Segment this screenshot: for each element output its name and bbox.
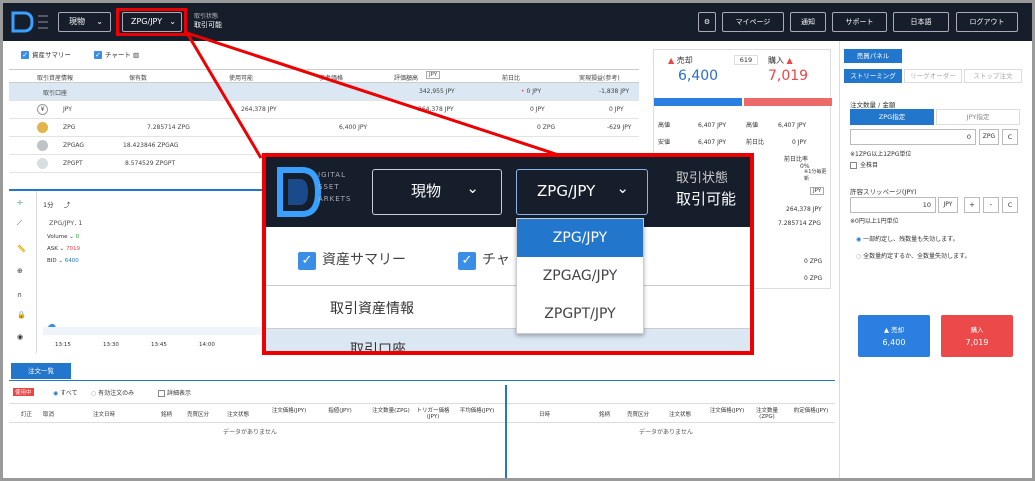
dropdown-option-zpg[interactable]: ZPG/JPY bbox=[517, 219, 643, 257]
zoom-trade-status: 取引状態 取引可能 bbox=[676, 171, 737, 208]
dropdown-option-zpgag[interactable]: ZPGAG/JPY bbox=[517, 257, 643, 295]
zoom-logo-text: IGITAL SSET ARKETS bbox=[318, 171, 352, 203]
zoom-mode-value: 現物 bbox=[411, 182, 442, 200]
zoom-toggle-asset[interactable]: ✓ 資産サマリー bbox=[298, 249, 406, 270]
zoom-section-title: 取引資産情報 bbox=[330, 301, 414, 317]
zoom-account-label: 取引口座 bbox=[350, 342, 406, 355]
app-window: 現物 ⌄ ZPG/JPY ⌄ 取引状態 取引可能 ⚙ マイページ 通知 サポート 日本… bbox=[0, 0, 1035, 481]
zoom-toggle-chart[interactable]: ✓ チャ bbox=[458, 249, 510, 270]
chevron-down-icon: ⌄ bbox=[466, 179, 479, 197]
zoom-pair-select[interactable]: ZPG/JPY ⌄ bbox=[516, 169, 648, 215]
checkbox-checked-icon: ✓ bbox=[298, 252, 316, 270]
checkbox-checked-icon: ✓ bbox=[458, 252, 476, 270]
zoom-top-bar: IGITAL SSET ARKETS 現物 ⌄ ZPG/JPY ⌄ 取引状態 取引可能 bbox=[266, 157, 750, 227]
zoom-callout: IGITAL SSET ARKETS 現物 ⌄ ZPG/JPY ⌄ 取引状態 取引可能 ✓… bbox=[262, 153, 754, 355]
zoom-mode-select[interactable]: 現物 ⌄ bbox=[372, 169, 502, 215]
zoom-section-header: 取引資産情報 bbox=[266, 285, 750, 329]
pair-dropdown: ZPG/JPY ZPGAG/JPY ZPGPT/JPY bbox=[516, 218, 644, 334]
chevron-down-icon: ⌄ bbox=[616, 179, 629, 197]
zoom-pair-value: ZPG/JPY bbox=[537, 182, 596, 200]
dropdown-option-zpgpt[interactable]: ZPGPT/JPY bbox=[517, 295, 643, 333]
zoom-account-row: 取引口座 bbox=[266, 329, 750, 355]
